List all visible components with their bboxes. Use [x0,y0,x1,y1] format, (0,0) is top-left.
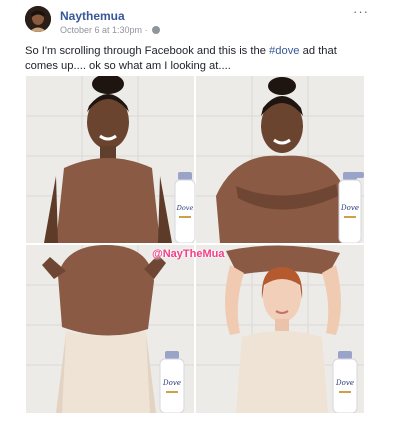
author-name[interactable]: Naythemua [60,9,125,23]
svg-text:Dove: Dove [340,204,359,212]
more-options-icon[interactable]: ··· [353,4,369,19]
svg-text:Dove: Dove [176,204,194,212]
post-timestamp[interactable]: October 6 at 1:30pm [60,25,142,35]
dove-bottle-icon: Dove [338,172,362,243]
svg-text:Dove: Dove [162,379,181,387]
svg-text:Dove: Dove [335,379,354,387]
post-text-start: So I'm scrolling through Facebook and th… [25,45,270,57]
dove-bottle-icon: Dove [159,351,185,413]
post-text: So I'm scrolling through Facebook and th… [25,44,370,74]
photo-panel-1 [26,76,194,243]
hashtag-link[interactable]: #dove [269,45,299,57]
post-meta: October 6 at 1:30pm · [60,25,161,35]
meta-separator: · [144,25,148,35]
dove-bottle-icon: Dove [174,172,196,243]
ad-photo-grid[interactable]: Dove Dove Dove Dove [26,76,364,413]
dove-bottle-icon: Dove [332,351,358,413]
facebook-post: Naythemua October 6 at 1:30pm · ··· So I… [0,0,400,421]
globe-icon [152,26,161,34]
watermark-text: @NayTheMua [152,248,225,260]
author-avatar[interactable] [25,6,51,32]
